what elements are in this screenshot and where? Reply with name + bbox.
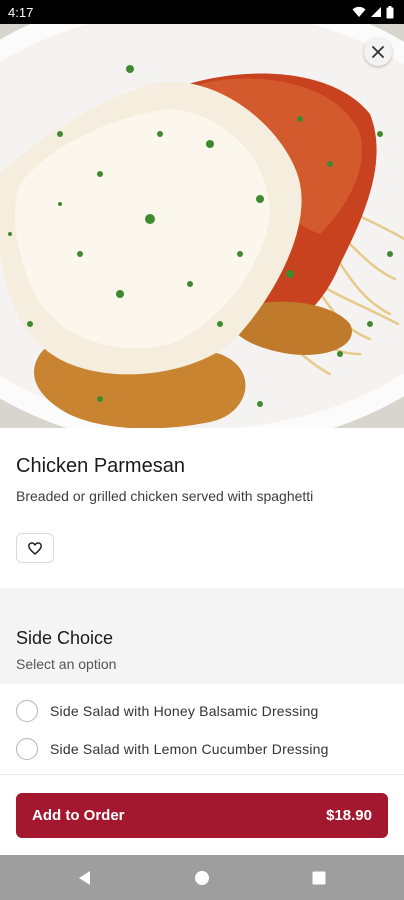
option-honey-balsamic[interactable]: Side Salad with Honey Balsamic Dressing (0, 692, 404, 730)
back-icon (79, 871, 90, 885)
dish-image (0, 24, 404, 428)
radio-button[interactable] (16, 700, 38, 722)
section-title: Side Choice (16, 628, 114, 648)
recents-button[interactable] (310, 869, 328, 887)
wifi-icon (352, 6, 366, 17)
options-section-header: Side Choice Select an option (0, 588, 404, 684)
status-icons (352, 5, 394, 19)
item-title: Chicken Parmesan (16, 455, 185, 477)
recents-icon (312, 871, 326, 885)
radio-button[interactable] (16, 738, 38, 760)
option-lemon-cucumber[interactable]: Side Salad with Lemon Cucumber Dressing (0, 730, 404, 768)
add-to-order-label: Add to Order (32, 807, 125, 824)
navigation-bar (0, 855, 404, 900)
home-icon (195, 871, 209, 885)
item-description: Breaded or grilled chicken served with s… (16, 488, 314, 504)
close-icon (372, 46, 384, 58)
back-button[interactable] (76, 869, 94, 887)
signal-icon (371, 7, 381, 17)
option-label: Side Salad with Honey Balsamic Dressing (50, 703, 319, 719)
status-bar: 4:17 (0, 0, 404, 24)
status-time: 4:17 (8, 4, 34, 20)
option-label: Side Salad with Lemon Cucumber Dressing (50, 741, 329, 757)
heart-icon (28, 541, 42, 555)
favorite-button[interactable] (16, 533, 54, 563)
close-button[interactable] (364, 38, 392, 66)
add-to-order-button[interactable]: Add to Order $18.90 (16, 793, 388, 838)
price-label: $18.90 (326, 807, 372, 824)
home-button[interactable] (193, 869, 211, 887)
divider (0, 774, 404, 775)
battery-icon (386, 5, 394, 18)
section-subtitle: Select an option (16, 656, 117, 672)
